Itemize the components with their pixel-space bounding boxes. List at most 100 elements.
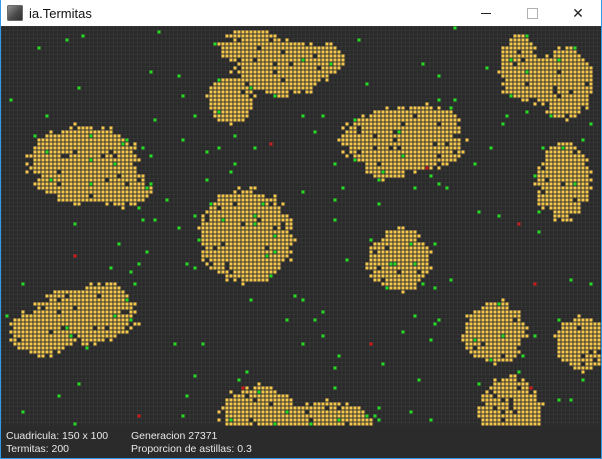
termite xyxy=(337,354,341,358)
wood-chip-cell xyxy=(233,50,237,54)
wood-chip-cell xyxy=(561,106,565,110)
wood-chip-cell xyxy=(569,338,573,342)
wood-chip-cell xyxy=(593,354,597,358)
wood-chip-cell xyxy=(245,46,249,50)
wood-chip-cell xyxy=(505,390,509,394)
wood-chip-cell xyxy=(397,142,401,146)
wood-chip-cell xyxy=(573,338,577,342)
wood-chip-cell xyxy=(269,418,273,422)
wood-chip-cell xyxy=(501,386,505,390)
wood-chip-cell xyxy=(501,46,505,50)
wood-chip-cell xyxy=(505,66,509,70)
wood-chip-cell xyxy=(49,182,53,186)
termite xyxy=(245,370,249,374)
wood-chip-cell xyxy=(221,230,225,234)
title-bar[interactable]: ia.Termitas ✕ xyxy=(1,0,601,26)
termite xyxy=(573,182,577,186)
wood-chip-cell xyxy=(301,50,305,54)
minimize-button[interactable] xyxy=(463,0,509,26)
wood-chip-cell xyxy=(281,246,285,250)
wood-chip-cell xyxy=(141,174,145,178)
wood-chip-cell xyxy=(581,62,585,66)
wood-chip-cell xyxy=(565,86,569,90)
wood-chip-cell xyxy=(561,190,565,194)
wood-chip-cell xyxy=(533,398,537,402)
wood-chip-cell xyxy=(261,62,265,66)
wood-chip-cell xyxy=(569,74,573,78)
wood-chip-cell xyxy=(309,46,313,50)
wood-chip-cell xyxy=(577,74,581,78)
wood-chip-cell xyxy=(469,334,473,338)
wood-chip-cell xyxy=(413,234,417,238)
wood-chip-cell xyxy=(473,314,477,318)
wood-chip-cell xyxy=(217,198,221,202)
wood-chip-cell xyxy=(97,190,101,194)
wood-chip-cell xyxy=(577,98,581,102)
wood-chip-cell xyxy=(233,262,237,266)
wood-chip-cell xyxy=(569,182,573,186)
wood-chip-cell xyxy=(345,138,349,142)
wood-chip-cell xyxy=(241,214,245,218)
wood-chip-cell xyxy=(385,142,389,146)
wood-chip-cell xyxy=(565,154,569,158)
termite xyxy=(453,26,457,30)
wood-chip-cell xyxy=(249,54,253,58)
wood-chip-cell xyxy=(525,58,529,62)
wood-chip-cell xyxy=(377,278,381,282)
wood-chip-cell xyxy=(217,258,221,262)
wood-chip-cell xyxy=(225,114,229,118)
wood-chip-cell xyxy=(577,70,581,74)
wood-chip-cell xyxy=(525,334,529,338)
wood-chip-cell xyxy=(441,130,445,134)
termite xyxy=(353,158,357,162)
wood-chip-cell xyxy=(433,134,437,138)
wood-chip-cell xyxy=(373,246,377,250)
wood-chip-cell xyxy=(545,78,549,82)
wood-chip-cell xyxy=(53,314,57,318)
wood-chip-cell xyxy=(581,170,585,174)
maximize-button[interactable] xyxy=(509,0,555,26)
wood-chip-cell xyxy=(465,314,469,318)
termite xyxy=(213,42,217,46)
wood-chip-cell xyxy=(565,206,569,210)
wood-chip-cell xyxy=(113,286,117,290)
wood-chip-cell xyxy=(61,290,65,294)
wood-chip-cell xyxy=(489,342,493,346)
wood-chip-cell xyxy=(237,110,241,114)
wood-chip-cell xyxy=(97,178,101,182)
wood-chip-cell xyxy=(537,402,541,406)
termite xyxy=(313,130,317,134)
wood-chip-cell xyxy=(553,54,557,58)
wood-chip-cell xyxy=(265,54,269,58)
wood-chip-cell xyxy=(73,290,77,294)
wood-chip-cell xyxy=(101,302,105,306)
wood-chip-cell xyxy=(37,346,41,350)
wood-chip-cell xyxy=(309,74,313,78)
wood-chip-cell xyxy=(501,306,505,310)
wood-chip-cell xyxy=(357,118,361,122)
wood-chip-cell xyxy=(117,314,121,318)
termite xyxy=(77,86,81,90)
termite xyxy=(129,270,133,274)
wood-chip-cell xyxy=(341,414,345,418)
wood-chip-cell xyxy=(493,390,497,394)
wood-chip-cell xyxy=(249,66,253,70)
close-button[interactable]: ✕ xyxy=(555,0,601,26)
wood-chip-cell xyxy=(409,230,413,234)
wood-chip-cell xyxy=(265,262,269,266)
wood-chip-cell xyxy=(557,174,561,178)
wood-chip-cell xyxy=(17,342,21,346)
wood-chip-cell xyxy=(409,122,413,126)
wood-chip-cell xyxy=(61,190,65,194)
simulation-grid[interactable] xyxy=(1,26,601,426)
wood-chip-cell xyxy=(273,42,277,46)
wood-chip-cell xyxy=(233,198,237,202)
wood-chip-cell xyxy=(233,234,237,238)
wood-chip-cell xyxy=(385,254,389,258)
wood-chip-cell xyxy=(581,190,585,194)
wood-chip-cell xyxy=(441,134,445,138)
wood-chip-cell xyxy=(373,170,377,174)
wood-chip-cell xyxy=(77,202,81,206)
wood-chip-cell xyxy=(585,182,589,186)
wood-chip-cell xyxy=(221,54,225,58)
